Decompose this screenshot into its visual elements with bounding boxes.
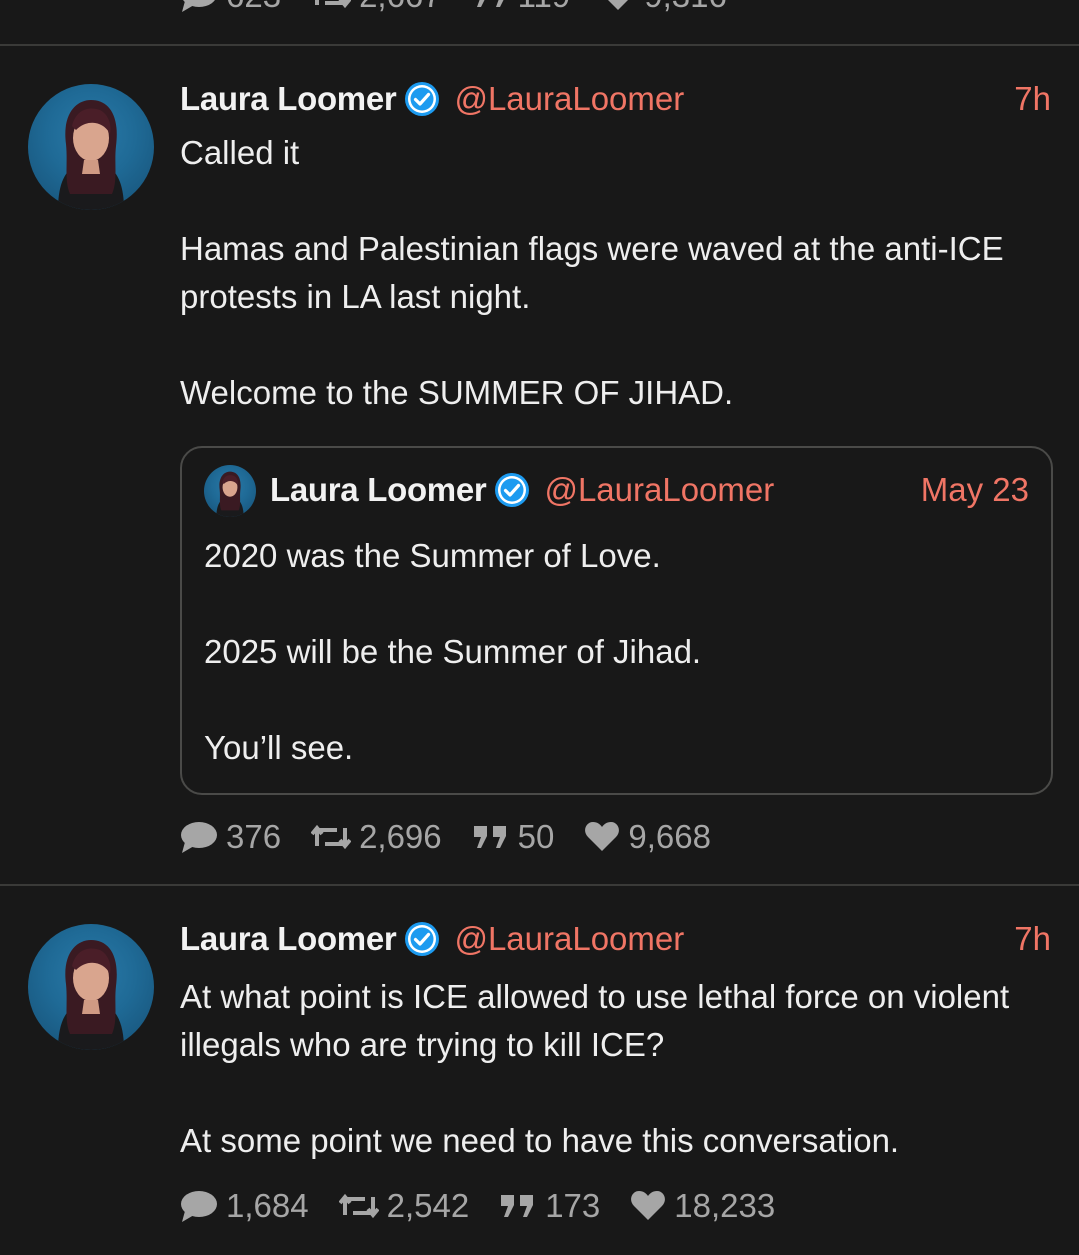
like-count: 9,668 <box>628 818 711 855</box>
quote-button[interactable]: 173 <box>499 1187 600 1225</box>
quote-icon <box>501 1195 534 1217</box>
author-handle[interactable]: @LauraLoomer <box>454 920 684 958</box>
avatar-image <box>216 471 244 517</box>
quote-count: 119 <box>518 0 571 15</box>
repost-icon <box>315 0 352 9</box>
post-timestamp[interactable]: 7h <box>1014 920 1051 958</box>
reply-count: 623 <box>226 0 281 15</box>
quoted-author-handle[interactable]: @LauraLoomer <box>544 471 774 509</box>
avatar-image <box>58 940 124 1050</box>
post-stats: 1,684 2,542 173 18,233 <box>180 1184 805 1228</box>
repost-count: 2,542 <box>386 1187 470 1224</box>
post-text: Called it Hamas and Palestinian flags we… <box>180 129 1039 417</box>
quoted-paragraph: You’ll see. <box>204 729 354 766</box>
verified-badge-icon <box>405 922 440 956</box>
quote-button[interactable]: 119 <box>472 0 571 15</box>
repost-icon <box>311 824 352 850</box>
post-header: Laura Loomer @LauraLoomer 7h <box>180 919 1051 959</box>
reply-icon <box>181 1191 217 1222</box>
post-paragraph: Hamas and Palestinian flags were waved a… <box>180 230 1004 315</box>
like-count: 9,316 <box>644 0 727 15</box>
post-text: At what point is ICE allowed to use leth… <box>180 973 1039 1165</box>
feed: 623 2,667 119 9,316 <box>0 0 1079 1255</box>
quoted-post-header: Laura Loomer @LauraLoomer May 23 <box>270 468 1029 512</box>
repost-icon <box>338 1193 379 1219</box>
quoted-avatar[interactable] <box>204 465 256 517</box>
like-button[interactable]: 9,668 <box>584 818 711 856</box>
post-stats: 623 2,667 119 9,316 <box>180 0 757 18</box>
reply-count: 376 <box>226 818 282 855</box>
reply-button[interactable]: 1,684 <box>180 1187 309 1225</box>
post[interactable]: Laura Loomer @LauraLoomer 7h Called it H… <box>0 46 1079 884</box>
heart-icon <box>631 1191 666 1220</box>
post[interactable]: Laura Loomer @LauraLoomer 7h At what poi… <box>0 886 1079 1255</box>
quoted-author-name[interactable]: Laura Loomer <box>270 471 487 509</box>
quoted-post-text: 2020 was the Summer of Love. 2025 will b… <box>204 532 1029 772</box>
repost-button[interactable]: 2,542 <box>338 1187 470 1225</box>
verified-badge-icon <box>495 473 530 507</box>
avatar-image <box>58 100 124 210</box>
heart-icon <box>608 0 629 10</box>
quote-icon <box>476 0 504 7</box>
quote-count: 50 <box>517 818 555 855</box>
reply-button[interactable]: 623 <box>180 0 281 15</box>
quoted-paragraph: 2025 will be the Summer of Jihad. <box>204 633 702 670</box>
repost-button[interactable]: 2,667 <box>311 0 442 15</box>
avatar[interactable] <box>28 924 154 1050</box>
post-stats: 376 2,696 50 9,668 <box>180 815 741 859</box>
author-name[interactable]: Laura Loomer <box>180 920 397 958</box>
quoted-paragraph: 2020 was the Summer of Love. <box>204 537 661 574</box>
repost-count: 2,667 <box>359 0 442 15</box>
post-paragraph: Called it <box>180 134 300 171</box>
like-button[interactable]: 9,316 <box>600 0 727 15</box>
post-paragraph: At some point we need to have this conve… <box>180 1122 900 1159</box>
like-count: 18,233 <box>674 1187 776 1224</box>
repost-button[interactable]: 2,696 <box>311 818 442 856</box>
avatar[interactable] <box>28 84 154 210</box>
author-handle[interactable]: @LauraLoomer <box>454 80 684 118</box>
like-button[interactable]: 18,233 <box>630 1187 775 1225</box>
post-paragraph: Welcome to the SUMMER OF JIHAD. <box>180 374 734 411</box>
quoted-post[interactable]: Laura Loomer @LauraLoomer May 23 2020 wa… <box>180 446 1053 795</box>
reply-button[interactable]: 376 <box>180 818 281 856</box>
reply-count: 1,684 <box>226 1187 309 1224</box>
post-timestamp[interactable]: 7h <box>1014 80 1051 118</box>
quote-button[interactable]: 50 <box>472 818 555 856</box>
repost-count: 2,696 <box>359 818 442 855</box>
reply-icon <box>181 822 217 853</box>
post-header: Laura Loomer @LauraLoomer 7h <box>180 79 1051 119</box>
quoted-post-timestamp[interactable]: May 23 <box>921 471 1029 509</box>
author-name[interactable]: Laura Loomer <box>180 80 397 118</box>
previous-post-stats: 623 2,667 119 9,316 <box>0 0 1079 46</box>
reply-icon <box>182 0 215 12</box>
verified-badge-icon <box>405 82 440 116</box>
heart-icon <box>585 822 620 851</box>
post-paragraph: At what point is ICE allowed to use leth… <box>180 978 1010 1063</box>
quote-count: 173 <box>545 1187 601 1224</box>
quote-icon <box>473 826 506 848</box>
